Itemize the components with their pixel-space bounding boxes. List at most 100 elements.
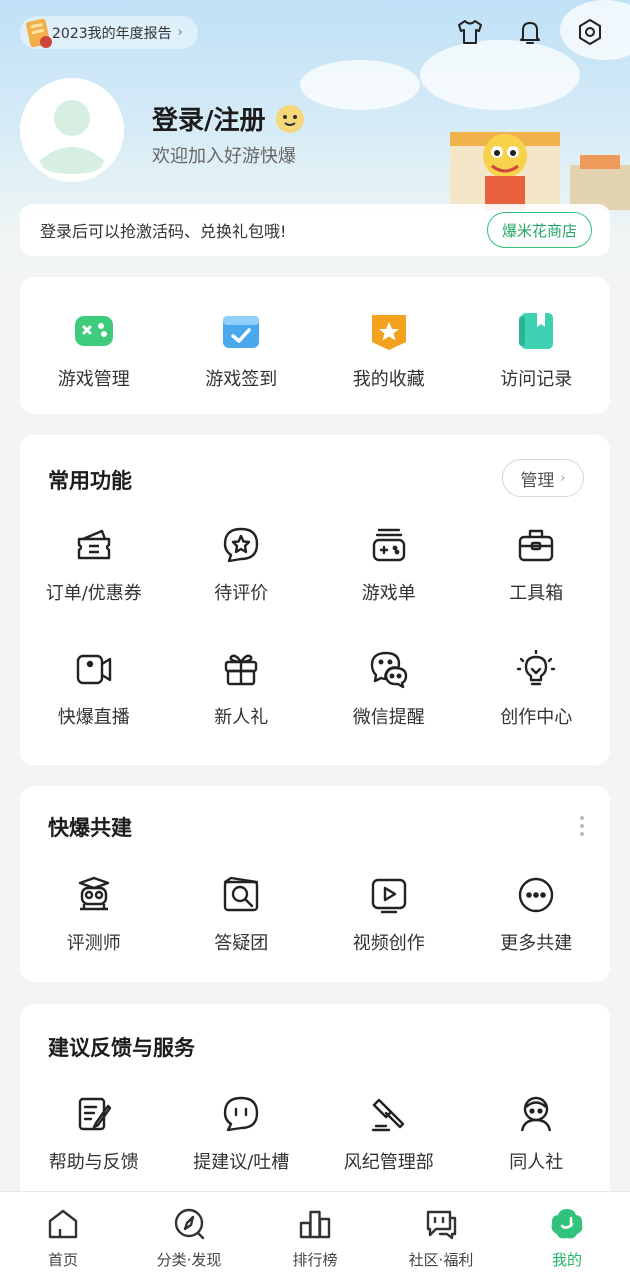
more-vertical-icon[interactable] [578, 814, 586, 838]
more-circle-icon [514, 873, 558, 917]
header-actions [454, 16, 606, 48]
cobuild-video-creation[interactable]: 视频创作 [315, 873, 463, 955]
quick-access-card: 游戏管理 游戏签到 我的收藏 访问记录 [20, 277, 610, 414]
popcorn-emoji-icon [275, 104, 304, 133]
function-label: 待评价 [214, 583, 269, 604]
service-label: 帮助与反馈 [48, 1152, 139, 1173]
fan-art-icon [514, 1092, 558, 1136]
annual-report-label: 2023我的年度报告 [52, 25, 172, 42]
function-game-list[interactable]: 游戏单 [315, 523, 463, 605]
reviewer-icon [72, 873, 116, 917]
tab-label: 我的 [551, 1251, 582, 1269]
function-label: 快爆直播 [57, 707, 130, 728]
chat-bubble-icon [219, 1092, 263, 1136]
popcorn-shop-button[interactable]: 爆米花商店 [486, 212, 592, 248]
cobuild-label: 更多共建 [500, 933, 573, 954]
ranking-icon [297, 1206, 333, 1242]
cobuild-card: 快爆共建 评测师 答疑团 视频创作 更多共建 [20, 786, 610, 982]
function-live-stream[interactable]: 快爆直播 [20, 647, 168, 729]
review-star-icon [219, 523, 263, 567]
tab-label: 排行榜 [292, 1251, 338, 1269]
compass-icon [171, 1206, 207, 1242]
function-label: 创作中心 [500, 707, 573, 728]
manage-label: 管理 [520, 470, 555, 491]
manage-button[interactable]: 管理 › [502, 459, 584, 497]
report-badge-icon [26, 18, 52, 48]
section-title: 建议反馈与服务 [48, 1036, 195, 1060]
book-icon [514, 309, 558, 353]
cobuild-reviewer[interactable]: 评测师 [20, 873, 168, 955]
cobuild-more[interactable]: 更多共建 [463, 873, 611, 955]
tab-discover[interactable]: 分类·发现 [126, 1192, 252, 1280]
lightbulb-icon [514, 647, 558, 691]
promo-text: 登录后可以抢激活码、兑换礼包哦! [40, 222, 287, 241]
qa-search-icon [219, 873, 263, 917]
chevron-right-icon: › [560, 470, 566, 486]
cobuild-qa-team[interactable]: 答疑团 [168, 873, 316, 955]
cloud-decoration [420, 40, 580, 110]
tab-label: 首页 [47, 1251, 78, 1269]
help-doc-icon [72, 1092, 116, 1136]
function-label: 订单/优惠券 [45, 583, 142, 604]
quick-game-checkin[interactable]: 游戏签到 [168, 309, 316, 391]
quick-label: 访问记录 [500, 369, 573, 390]
cloud-decoration [300, 60, 420, 110]
login-promo-bar: 登录后可以抢激活码、兑换礼包哦! 爆米花商店 [20, 204, 610, 256]
login-title-text: 登录/注册 [152, 106, 266, 136]
feedback-service-card: 建议反馈与服务 帮助与反馈 提建议/吐槽 风纪管理部 同人社 [20, 1004, 610, 1204]
mascot-illustration [450, 132, 630, 210]
function-newbie-gift[interactable]: 新人礼 [168, 647, 316, 729]
settings-gear-icon[interactable] [574, 16, 606, 48]
gavel-icon [367, 1092, 411, 1136]
dress-up-shirt-icon[interactable] [454, 16, 486, 48]
login-register-link[interactable]: 登录/注册 [152, 100, 306, 137]
avatar[interactable] [20, 78, 124, 182]
function-label: 工具箱 [509, 583, 564, 604]
function-toolbox[interactable]: 工具箱 [463, 523, 611, 605]
service-label: 同人社 [509, 1152, 564, 1173]
common-functions-card: 常用功能 管理 › 订单/优惠券 待评价 游戏单 工具箱 快爆直播 新人礼 微信… [20, 435, 610, 765]
profile-active-icon [549, 1206, 585, 1242]
service-discipline-dept[interactable]: 风纪管理部 [315, 1092, 463, 1174]
tab-home[interactable]: 首页 [0, 1192, 126, 1280]
star-bookmark-icon [367, 309, 411, 353]
quick-label: 游戏签到 [205, 369, 278, 390]
function-label: 新人礼 [214, 707, 269, 728]
function-wechat-reminder[interactable]: 微信提醒 [315, 647, 463, 729]
gift-icon [219, 647, 263, 691]
video-camera-icon [72, 647, 116, 691]
default-avatar-icon [20, 78, 124, 182]
cobuild-label: 视频创作 [352, 933, 425, 954]
calendar-check-icon [219, 309, 263, 353]
cobuild-label: 答疑团 [214, 933, 269, 954]
cobuild-label: 评测师 [66, 933, 121, 954]
home-icon [45, 1206, 81, 1242]
annual-report-button[interactable]: 2023我的年度报告 › [20, 16, 198, 49]
wechat-icon [367, 647, 411, 691]
function-orders-coupons[interactable]: 订单/优惠券 [20, 523, 168, 605]
section-title: 快爆共建 [48, 816, 132, 840]
game-list-icon [367, 523, 411, 567]
service-help-feedback[interactable]: 帮助与反馈 [20, 1092, 168, 1174]
coupon-icon [72, 523, 116, 567]
quick-label: 游戏管理 [57, 369, 130, 390]
tab-label: 社区·福利 [408, 1251, 474, 1269]
function-pending-review[interactable]: 待评价 [168, 523, 316, 605]
service-fan-club[interactable]: 同人社 [463, 1092, 611, 1174]
tab-label: 分类·发现 [156, 1251, 222, 1269]
chevron-right-icon: › [177, 25, 183, 40]
quick-visit-history[interactable]: 访问记录 [463, 309, 611, 391]
function-label: 微信提醒 [352, 707, 425, 728]
quick-my-favorites[interactable]: 我的收藏 [315, 309, 463, 391]
toolbox-icon [514, 523, 558, 567]
function-creator-center[interactable]: 创作中心 [463, 647, 611, 729]
service-label: 提建议/吐槽 [193, 1152, 290, 1173]
quick-label: 我的收藏 [352, 369, 425, 390]
bell-icon[interactable] [514, 16, 546, 48]
service-suggestion[interactable]: 提建议/吐槽 [168, 1092, 316, 1174]
quick-game-manage[interactable]: 游戏管理 [20, 309, 168, 391]
tab-community[interactable]: 社区·福利 [378, 1192, 504, 1280]
tab-mine[interactable]: 我的 [504, 1192, 630, 1280]
tab-ranking[interactable]: 排行榜 [252, 1192, 378, 1280]
video-play-icon [367, 873, 411, 917]
